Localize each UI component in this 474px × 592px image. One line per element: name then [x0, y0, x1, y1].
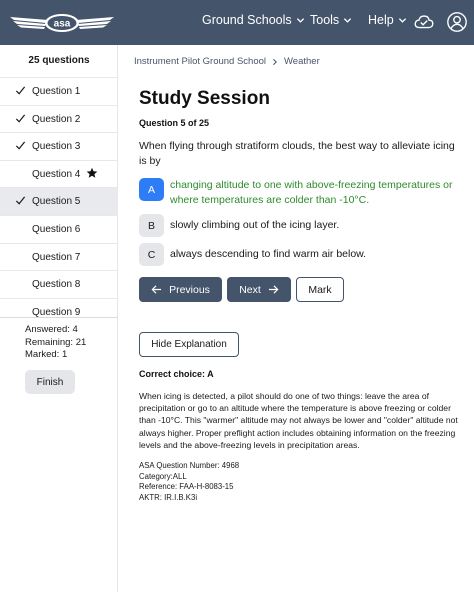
- question-list-item[interactable]: Question 3: [0, 132, 118, 160]
- star-icon: [86, 167, 98, 178]
- top-nav-bar: asa Ground Schools Tools Help: [0, 0, 474, 45]
- chevron-down-icon: [398, 17, 406, 23]
- chevron-down-icon: [344, 17, 352, 23]
- answer-choice-a[interactable]: A changing altitude to one with above-fr…: [139, 178, 464, 208]
- breadcrumb-course[interactable]: Instrument Pilot Ground School: [134, 56, 266, 67]
- asa-logo[interactable]: asa: [6, 8, 118, 38]
- question-counter: Question 5 of 25: [139, 118, 210, 128]
- question-list-item[interactable]: Question 7: [0, 242, 118, 271]
- checkmark-icon: [15, 114, 26, 123]
- question-list[interactable]: Question 1 Question 2 Question 3 Questio…: [0, 77, 118, 352]
- page-title: Study Session: [139, 88, 270, 109]
- breadcrumb-topic[interactable]: Weather: [284, 56, 320, 67]
- hide-explanation-button[interactable]: Hide Explanation: [139, 332, 239, 357]
- checkmark-icon: [15, 196, 26, 205]
- checkmark-icon: [15, 141, 26, 150]
- asa-question-number: ASA Question Number: 4968: [139, 461, 240, 470]
- question-item-label: Question 3: [32, 141, 81, 153]
- correct-choice-label: Correct choice: A: [139, 369, 214, 379]
- question-item-label: Question 1: [32, 86, 81, 97]
- breadcrumb: Instrument Pilot Ground School Weather: [134, 56, 320, 67]
- question-text: When flying through stratiform clouds, t…: [139, 140, 455, 167]
- question-item-label: Question 4: [32, 168, 81, 180]
- question-list-item[interactable]: Question 6: [0, 214, 118, 243]
- question-item-label: Question 6: [32, 223, 81, 235]
- remaining-count: Remaining: 21: [25, 336, 87, 348]
- next-label: Next: [239, 283, 261, 296]
- question-reference: Reference: FAA-H-8083-15: [139, 482, 234, 491]
- choice-text-a[interactable]: changing altitude to one with above-free…: [170, 178, 464, 208]
- question-item-label: Question 2: [32, 113, 81, 125]
- question-item-label: Question 7: [32, 251, 81, 263]
- question-aktr: AKTR: IR.I.B.K3i: [139, 492, 198, 502]
- question-list-item[interactable]: Question 4: [0, 159, 118, 188]
- question-count-title: 25 questions: [28, 55, 90, 66]
- nav-tools[interactable]: Tools: [310, 13, 352, 27]
- chevron-right-icon: [273, 58, 277, 65]
- logo-text: asa: [54, 19, 71, 30]
- previous-label: Previous: [169, 283, 210, 296]
- question-list-item-current[interactable]: Question 5: [0, 187, 118, 215]
- nav-ground-schools-label: Ground Schools: [202, 13, 292, 27]
- question-list-item[interactable]: Question 1: [0, 77, 118, 105]
- mark-button[interactable]: Mark: [296, 277, 344, 302]
- nav-help[interactable]: Help: [368, 13, 407, 27]
- choice-letter-c[interactable]: C: [139, 243, 164, 266]
- question-sidebar: 25 questions Question 1 Question 2 Quest…: [0, 45, 118, 592]
- question-item-label: Question 5: [32, 196, 81, 208]
- sidebar-divider: [0, 317, 118, 318]
- answer-choice-b[interactable]: B slowly climbing out of the icing layer…: [139, 214, 464, 237]
- answer-choice-c[interactable]: C always descending to find warm air bel…: [139, 243, 464, 266]
- user-icon[interactable]: [446, 11, 468, 33]
- arrow-right-icon: [268, 285, 279, 294]
- question-category: Category:ALL: [139, 471, 187, 481]
- next-button[interactable]: Next: [227, 277, 291, 302]
- finish-button[interactable]: Finish: [25, 370, 75, 394]
- question-metadata: ASA Question Number: 4968 Category:ALL R…: [139, 461, 239, 503]
- choice-text-c[interactable]: always descending to find warm air below…: [170, 243, 366, 262]
- checkmark-icon: [15, 86, 26, 95]
- session-stats: Answered: 4 Remaining: 21 Marked: 1: [25, 324, 86, 362]
- nav-help-label: Help: [368, 13, 394, 27]
- previous-button[interactable]: Previous: [139, 277, 222, 302]
- choice-letter-a[interactable]: A: [139, 178, 164, 201]
- check-cloud-icon[interactable]: [413, 11, 435, 33]
- question-list-item[interactable]: Question 9: [0, 297, 118, 326]
- choice-text-b[interactable]: slowly climbing out of the icing layer.: [170, 214, 339, 233]
- question-list-item[interactable]: Question 2: [0, 104, 118, 133]
- nav-ground-schools[interactable]: Ground Schools: [202, 13, 305, 27]
- question-list-item[interactable]: Question 8: [0, 270, 118, 298]
- explanation-text: When icing is detected, a pilot should d…: [139, 391, 458, 450]
- question-item-label: Question 8: [32, 279, 81, 291]
- answered-count: Answered: 4: [25, 324, 78, 335]
- marked-count: Marked: 1: [25, 349, 68, 360]
- chevron-down-icon: [296, 17, 304, 23]
- arrow-left-icon: [151, 285, 162, 294]
- nav-tools-label: Tools: [310, 13, 340, 27]
- choice-letter-b[interactable]: B: [139, 214, 164, 237]
